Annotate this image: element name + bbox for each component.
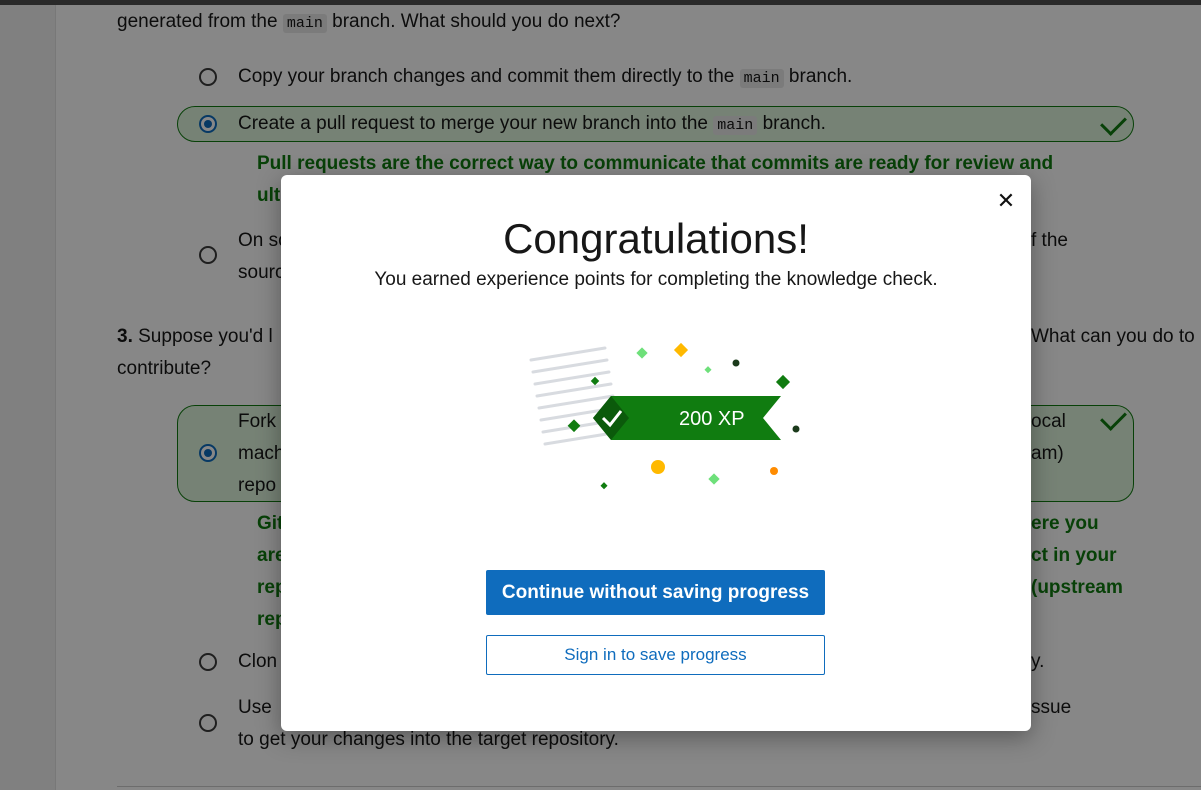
confetti: [708, 473, 720, 485]
xp-label: 200 XP: [679, 408, 745, 430]
confetti: [600, 482, 608, 490]
modal-subtitle: You earned experience points for complet…: [374, 269, 938, 290]
confetti: [590, 376, 600, 386]
sign-in-button[interactable]: Sign in to save progress: [486, 635, 825, 675]
confetti: [673, 342, 689, 358]
continue-without-saving-button[interactable]: Continue without saving progress: [486, 570, 825, 615]
confetti: [770, 467, 778, 475]
confetti: [704, 366, 712, 374]
close-icon[interactable]: ✕: [992, 187, 1020, 215]
confetti: [567, 419, 581, 433]
confetti: [651, 460, 665, 474]
xp-badge-illustration: 200 XP: [529, 342, 800, 490]
confetti: [792, 425, 800, 433]
congratulations-modal: ✕ Congratulations! You earned experience…: [281, 175, 1031, 731]
confetti: [775, 374, 791, 390]
modal-title: Congratulations!: [503, 215, 809, 262]
confetti: [732, 359, 740, 367]
confetti: [636, 347, 648, 359]
